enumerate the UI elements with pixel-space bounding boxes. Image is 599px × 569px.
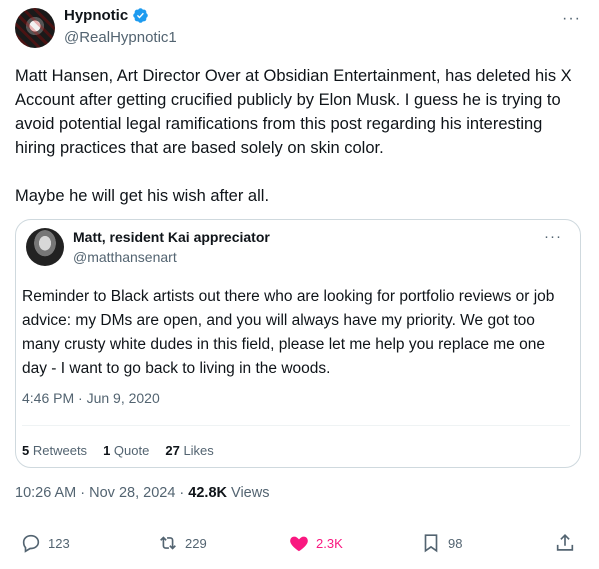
divider [22,425,570,426]
quoted-retweets-stat[interactable]: 5 Retweets [22,443,87,458]
quoted-likes-stat[interactable]: 27 Likes [165,443,213,458]
reply-count: 123 [48,535,70,551]
share-button[interactable] [554,532,576,554]
reply-icon [22,534,40,553]
more-options-icon[interactable]: ··· [562,10,581,28]
author-handle[interactable]: @RealHypnotic1 [64,29,177,46]
verified-badge-icon [133,8,148,23]
quoted-tweet-text: Reminder to Black artists out there who … [22,288,555,377]
like-count: 2.3K [316,535,343,551]
quoted-tweet-card[interactable]: Matt, resident Kai appreciator @matthans… [15,219,581,468]
quoted-timestamp[interactable]: 4:46 PM · Jun 9, 2020 [22,390,160,406]
tweet-timestamp[interactable]: 10:26 AM · Nov 28, 2024 · [15,485,188,501]
quoted-author-avatar[interactable] [26,228,64,266]
tweet-meta: 10:26 AM · Nov 28, 2024 · 42.8K Views [15,485,269,501]
quoted-engagement-stats: 5 Retweets 1 Quote 27 Likes [22,443,214,458]
reply-button[interactable]: 123 [20,532,70,554]
bookmark-icon [424,534,438,553]
quoted-quotes-stat[interactable]: 1 Quote [103,443,149,458]
quoted-author-display-name[interactable]: Matt, resident Kai appreciator [73,229,270,245]
bookmark-button[interactable]: 98 [420,532,462,554]
views-label: Views [231,485,270,501]
author-avatar[interactable] [15,8,55,48]
share-icon [556,534,574,551]
repost-button[interactable]: 229 [157,532,207,554]
like-button[interactable]: 2.3K [288,532,343,554]
bookmark-count: 98 [448,535,463,551]
views-count: 42.8K [188,485,227,501]
repost-icon [160,536,176,550]
tweet-text: Matt Hansen, Art Director Over at Obsidi… [15,67,572,205]
author-display-name[interactable]: Hypnotic [64,7,128,24]
quoted-author-handle[interactable]: @matthansenart [73,249,177,265]
heart-icon [290,536,308,552]
quoted-more-options-icon[interactable]: ··· [544,228,562,245]
repost-count: 229 [185,535,207,551]
tweet-actions-bar: 123 229 2.3K 98 [20,532,580,556]
